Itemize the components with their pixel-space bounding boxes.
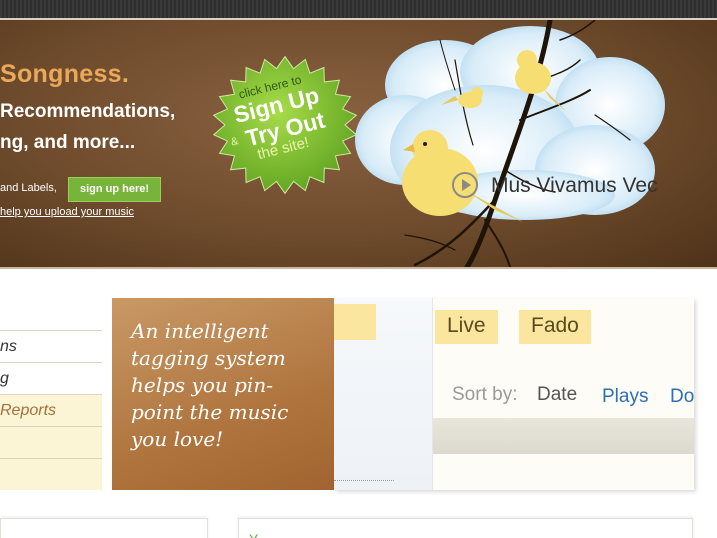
tag-live[interactable]: Live bbox=[435, 310, 498, 344]
brand-name: Songness. bbox=[0, 60, 130, 88]
bottom-panel-right: Y bbox=[238, 518, 693, 538]
list-item-label: g bbox=[0, 370, 9, 387]
upload-help-link[interactable]: help you upload your music bbox=[0, 206, 134, 218]
list-item-reports[interactable]: Reports bbox=[0, 394, 102, 426]
bottom-panel-text: Y bbox=[249, 531, 258, 538]
cloud-birds-illustration bbox=[355, 20, 665, 267]
list-item-label: ns bbox=[0, 338, 17, 355]
list-item-label: Reports bbox=[0, 402, 57, 419]
hero-tagline-line-1: Recommendations, bbox=[0, 101, 176, 122]
bottom-panel-left bbox=[0, 518, 208, 538]
page: Songness. Recommendations, ng, and more.… bbox=[0, 0, 717, 538]
screenshot-dotted-line bbox=[334, 480, 394, 481]
feature-description: An intelligent tagging system helps you … bbox=[131, 319, 289, 451]
list-item[interactable] bbox=[0, 426, 102, 458]
tagging-screenshot-panel: Live Fado Sort by: Date Plays Do bbox=[334, 298, 694, 490]
hero-tagline-line-2: ng, and more... bbox=[0, 132, 136, 153]
play-icon[interactable] bbox=[452, 172, 478, 198]
signup-starburst-badge[interactable]: click here to Sign Up Try Out & the site… bbox=[205, 50, 365, 200]
sort-plays-option[interactable]: Plays bbox=[602, 386, 648, 408]
list-item[interactable] bbox=[0, 458, 102, 490]
sort-downloads-option[interactable]: Do bbox=[670, 386, 694, 408]
top-strip bbox=[0, 0, 717, 18]
list-item[interactable]: ns bbox=[0, 330, 102, 362]
tag-fado[interactable]: Fado bbox=[519, 310, 591, 344]
artists-text: and Labels, bbox=[0, 182, 57, 194]
hero-divider bbox=[0, 267, 717, 269]
screenshot-left-tag bbox=[334, 304, 376, 340]
list-item[interactable]: g bbox=[0, 362, 102, 394]
screenshot-band bbox=[433, 418, 694, 454]
song-title[interactable]: Mus Vivamus Vec bbox=[491, 174, 658, 198]
signup-button[interactable]: sign up here! bbox=[68, 177, 161, 202]
sort-date-option[interactable]: Date bbox=[537, 384, 577, 406]
sort-by-label: Sort by: bbox=[452, 384, 518, 405]
